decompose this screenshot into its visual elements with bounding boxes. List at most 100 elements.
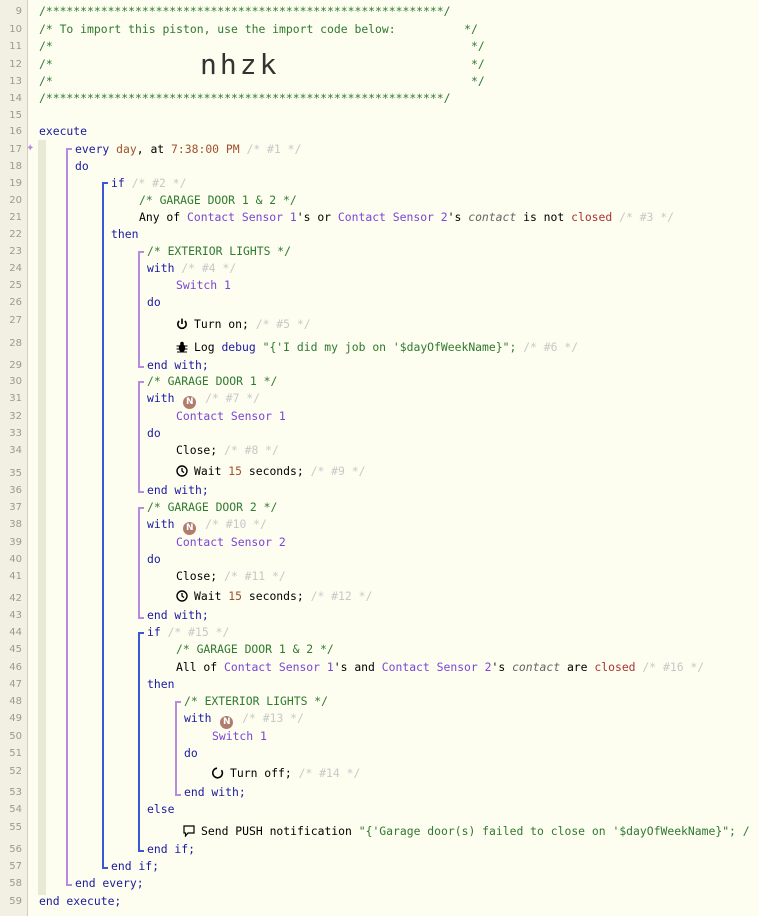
end-with-3: end with; — [147, 608, 209, 622]
line-number: 17 — [9, 144, 22, 155]
line-number: 22 — [9, 229, 22, 240]
line-number: 41 — [9, 571, 22, 582]
cond-all: All of — [176, 660, 225, 674]
with-statement-10[interactable]: with N /* #10 */ — [147, 516, 267, 535]
line-number: 52 — [9, 766, 22, 777]
header-stars-bottom: /***************************************… — [39, 91, 451, 105]
with-block-cap-4a — [175, 701, 181, 703]
close-label-2: Close; — [176, 569, 218, 583]
turn-off-label: Turn off; — [230, 766, 292, 780]
clock-icon — [176, 465, 188, 477]
every-statement[interactable]: every day, at 7:38:00 PM /* #1 */ — [75, 141, 301, 158]
end-every: end every; — [75, 876, 144, 890]
every-keyword: every — [75, 142, 110, 156]
every-at: , at — [136, 142, 172, 156]
wait-task-12[interactable]: Wait 15 seconds; /* #12 */ — [176, 588, 372, 605]
line-number: 12 — [9, 59, 22, 70]
line-number: 15 — [9, 110, 22, 121]
send-push-task[interactable]: Send PUSH notification "{'Garage door(s)… — [183, 823, 750, 840]
do-keyword-4: do — [147, 552, 161, 566]
line-number: 36 — [9, 485, 22, 496]
execute-keyword[interactable]: execute — [39, 123, 87, 140]
line-number: 14 — [9, 93, 22, 104]
if-keyword-2: if — [147, 625, 161, 639]
line-number: 29 — [9, 360, 22, 371]
line-number: 20 — [9, 195, 22, 206]
log-task[interactable]: Log debug "{'I did my job on '$dayOfWeek… — [176, 339, 578, 356]
if-block-bar-2 — [138, 632, 140, 852]
comment-icon — [183, 825, 195, 837]
statement-id-13: /* #13 */ — [242, 711, 304, 725]
line-number: 43 — [9, 610, 22, 621]
line-number: 32 — [9, 411, 22, 422]
line-number: 35 — [9, 468, 22, 479]
statement-id-10: /* #10 */ — [205, 517, 267, 531]
with-statement-7[interactable]: with N /* #7 */ — [147, 390, 260, 409]
line-number: 39 — [9, 537, 22, 548]
cond-or: 's or — [296, 210, 338, 224]
condition-2[interactable]: All of Contact Sensor 1's and Contact Se… — [176, 659, 704, 676]
close-task-11[interactable]: Close; /* #11 */ — [176, 568, 286, 585]
value-closed: closed — [571, 210, 613, 224]
device-switch-1-b[interactable]: Switch 1 — [212, 728, 267, 745]
with-block-cap-2a — [138, 381, 144, 383]
if-statement-1[interactable]: if /* #2 */ — [111, 175, 186, 192]
with-block-bar-4 — [175, 701, 177, 796]
close-label: Close; — [176, 443, 218, 457]
comment-garage-12: /* GARAGE DOOR 1 & 2 */ — [139, 193, 297, 207]
device-contact-sensor-1-target[interactable]: Contact Sensor 1 — [176, 408, 286, 425]
line-number: 40 — [9, 554, 22, 565]
log-level: debug — [221, 340, 256, 354]
attribute-contact: contact — [468, 210, 517, 224]
with-block-cap-4b — [175, 794, 181, 796]
statement-id-4: /* #4 */ — [181, 261, 237, 275]
execute-guide — [38, 140, 46, 895]
line-number: 21 — [9, 212, 22, 223]
with-block-cap-3b — [138, 617, 144, 619]
send-push-label: Send PUSH notification — [201, 824, 359, 838]
every-block-bar — [66, 148, 68, 886]
with-statement-13[interactable]: with N /* #13 */ — [184, 710, 304, 729]
line-number: 47 — [9, 679, 22, 690]
with-statement-4[interactable]: with /* #4 */ — [147, 260, 236, 277]
with-keyword-10: with — [147, 517, 175, 531]
import-code: nhzk — [200, 48, 280, 81]
clock-icon — [176, 590, 188, 602]
statement-id-3: /* #3 */ — [619, 210, 674, 224]
statement-id-14: /* #14 */ — [298, 766, 361, 780]
wait-unit: seconds; — [242, 464, 304, 478]
with-block-cap-1a — [138, 251, 144, 253]
end-if-inner: end if; — [147, 842, 196, 856]
wait-task-9[interactable]: Wait 15 seconds; /* #9 */ — [176, 463, 365, 480]
line-number: 45 — [9, 644, 22, 655]
line-number-gutter — [0, 0, 28, 916]
cond-any: Any of — [139, 210, 188, 224]
with-keyword: with — [147, 261, 175, 275]
close-task-8[interactable]: Close; /* #8 */ — [176, 442, 279, 459]
with-keyword-7: with — [147, 391, 175, 405]
statement-id-9: /* #9 */ — [310, 464, 366, 478]
if-statement-15[interactable]: if /* #15 */ — [147, 624, 229, 641]
wait-label: Wait — [194, 464, 229, 478]
every-day: day — [116, 142, 137, 156]
device-contact-sensor-1: Contact Sensor 1 — [187, 210, 297, 224]
turn-off-task[interactable]: Turn off; /* #14 */ — [212, 765, 360, 782]
push-message: "{'Garage door(s) failed to close on '$d… — [358, 824, 750, 838]
line-number: 31 — [9, 393, 22, 404]
device-contact-sensor-2-target[interactable]: Contact Sensor 2 — [176, 534, 286, 551]
statement-id-11: /* #11 */ — [224, 569, 286, 583]
comment-garage-1: /* GARAGE DOOR 1 */ — [147, 374, 278, 388]
line-number: 27 — [9, 315, 22, 326]
do-keyword-3: do — [147, 426, 161, 440]
else-keyword: else — [147, 802, 175, 816]
if-block-cap-2b — [138, 850, 144, 852]
device-switch-1[interactable]: Switch 1 — [176, 277, 231, 294]
with-block-bar-1 — [138, 251, 140, 368]
value-closed-2: closed — [594, 660, 636, 674]
every-block-cap-bottom — [66, 884, 72, 886]
turn-on-task[interactable]: Turn on; /* #5 */ — [176, 316, 311, 333]
comment-exterior-lights-2: /* EXTERIOR LIGHTS */ — [184, 694, 329, 708]
if-keyword: if — [111, 176, 125, 190]
condition-1[interactable]: Any of Contact Sensor 1's or Contact Sen… — [139, 209, 674, 226]
line-number: 18 — [9, 161, 22, 172]
